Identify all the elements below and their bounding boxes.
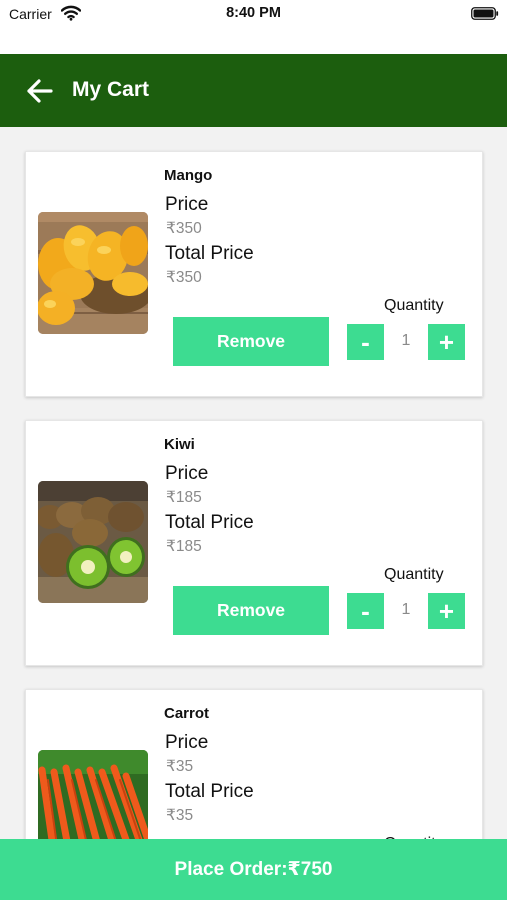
battery-icon [471,7,499,20]
mango-image [38,212,148,334]
item-price: ₹350 [166,220,202,237]
total-price-label: Total Price [165,512,254,533]
item-name: Kiwi [164,436,195,453]
price-label: Price [165,194,209,215]
remove-button[interactable]: Remove [173,317,329,366]
remove-button[interactable]: Remove [173,586,329,635]
quantity-value: 1 [401,332,411,349]
item-name: Carrot [164,705,210,722]
carrot-image [38,750,148,839]
app-header: My Cart [0,54,507,127]
item-price: ₹35 [166,758,194,775]
back-arrow-icon[interactable] [26,78,53,104]
item-name: Mango [164,167,213,184]
price-label: Price [165,463,209,484]
total-price-label: Total Price [165,243,254,264]
decrease-quantity-button[interactable]: - [347,593,384,629]
total-price-label: Total Price [165,781,254,802]
place-order-button[interactable]: Place Order:₹750 [0,839,507,900]
quantity-value: 1 [401,601,411,618]
status-bar: Carrier 8:40 PM [0,0,507,54]
item-price: ₹185 [166,489,202,506]
quantity-label: Quantity [384,566,444,583]
price-label: Price [165,732,209,753]
cart-item-carrot: Carrot Price ₹35 Total Price ₹35 Quantit… [25,689,483,839]
clock: 8:40 PM [226,5,281,21]
cart-item-kiwi: Kiwi Price ₹185 Total Price ₹185 Quantit… [25,420,483,666]
item-total-price: ₹350 [166,269,202,286]
page-title: My Cart [72,78,150,101]
cart-list[interactable]: Mango Price ₹350 Total Price ₹350 Quanti… [0,127,507,839]
increase-quantity-button[interactable]: + [428,593,465,629]
cart-item-mango: Mango Price ₹350 Total Price ₹350 Quanti… [25,151,483,397]
decrease-quantity-button[interactable]: - [347,324,384,360]
item-total-price: ₹35 [166,807,194,824]
quantity-label: Quantity [384,297,444,314]
item-total-price: ₹185 [166,538,202,555]
kiwi-image [38,481,148,603]
increase-quantity-button[interactable]: + [428,324,465,360]
